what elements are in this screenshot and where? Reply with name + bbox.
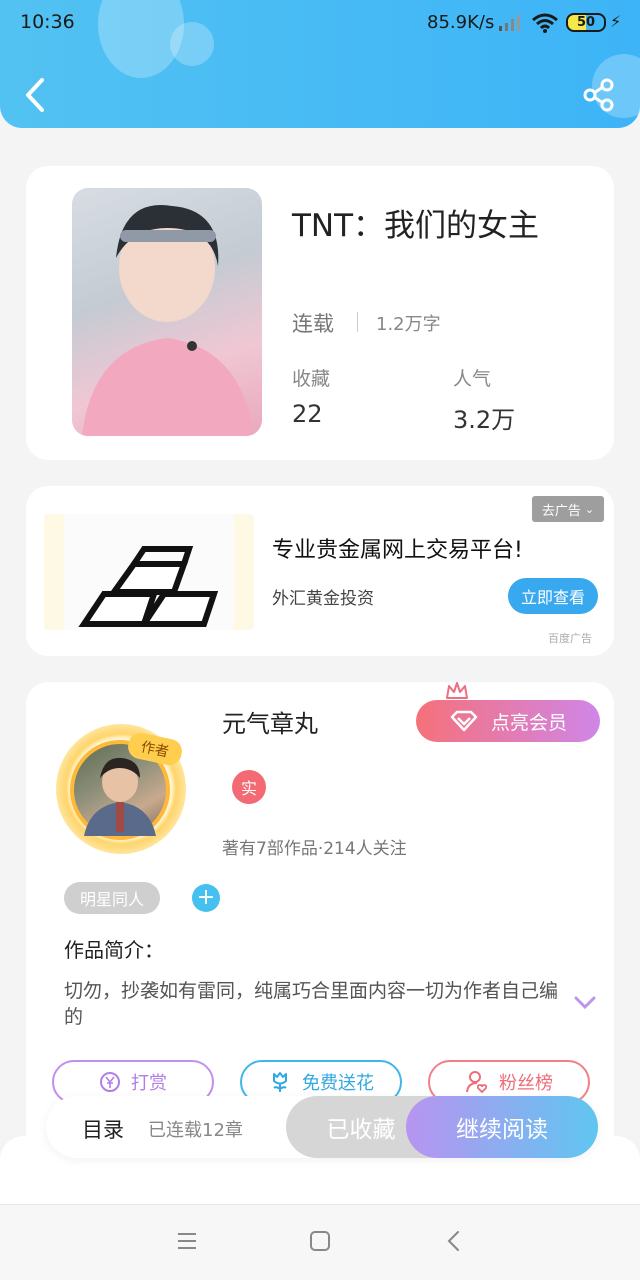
reward-label: 打赏 <box>131 1073 167 1094</box>
battery-indicator: 50 <box>566 13 606 32</box>
author-name: 元气章丸 <box>222 710 318 738</box>
share-icon[interactable] <box>582 78 616 112</box>
book-info-card: TNT：我们的女主 连载 1.2万字 收藏 22 人气 3.2万 <box>26 166 614 460</box>
ad-gold-bars-image[interactable] <box>44 514 254 630</box>
back-triangle-icon[interactable] <box>446 1230 462 1252</box>
intro-heading: 作品简介： <box>64 938 164 962</box>
crown-icon <box>446 682 468 699</box>
ad-title: 专业贵金属网上交易平台! <box>272 538 523 563</box>
signal-icon <box>499 15 520 31</box>
gold-bars-icon <box>64 514 234 630</box>
chevron-down-icon[interactable] <box>574 996 596 1010</box>
battery-level: 50 <box>576 15 596 30</box>
yen-coin-icon <box>100 1072 120 1092</box>
popularity-value: 3.2万 <box>453 406 516 434</box>
book-word-count: 1.2万字 <box>376 314 441 335</box>
genre-tag[interactable]: 明星同人 <box>64 882 160 914</box>
ad-cta-button[interactable]: 立即查看 <box>508 578 598 614</box>
book-cover-image[interactable] <box>72 188 262 436</box>
fan-ranking-label: 粉丝榜 <box>499 1073 553 1094</box>
toc-button[interactable]: 目录 <box>82 1114 124 1144</box>
back-icon[interactable] <box>20 76 52 114</box>
send-flower-label: 免费送花 <box>302 1073 374 1094</box>
verified-badge: 实 <box>232 770 266 804</box>
popularity-label: 人气 <box>453 368 492 390</box>
menu-icon[interactable] <box>176 1231 198 1251</box>
continue-reading-button[interactable]: 继续阅读 <box>406 1096 598 1158</box>
add-tag-button[interactable]: + <box>192 884 220 912</box>
favorites-label: 收藏 <box>292 368 331 390</box>
charging-icon: ⚡ <box>610 12 622 31</box>
system-nav-bar <box>0 1204 640 1280</box>
ad-subtitle: 外汇黄金投资 <box>272 589 374 609</box>
status-net-speed: 85.9K/s <box>427 12 495 33</box>
intro-text: 切勿，抄袭如有雷同，纯属巧合里面内容一切为作者自己编的 <box>64 980 559 1028</box>
vip-button-label: 点亮会员 <box>490 711 567 734</box>
fan-user-icon <box>466 1071 488 1094</box>
ad-dismiss-label: 去广告 <box>541 503 581 519</box>
status-time: 10:36 <box>20 11 75 33</box>
ad-card[interactable]: 去广告 ⌄ 专业贵金属网上交易平台! 外汇黄金投资 立即查看 百度广告 <box>26 486 614 656</box>
header-bar: 10:36 85.9K/s 50 ⚡ <box>0 0 640 128</box>
diamond-icon <box>450 710 478 732</box>
divider <box>357 312 358 332</box>
bottom-action-bar: 目录 已连载12章 已收藏 继续阅读 <box>46 1096 598 1158</box>
ad-dismiss-button[interactable]: 去广告 ⌄ <box>532 496 604 522</box>
ad-source-label: 百度广告 <box>548 632 592 645</box>
flower-icon <box>273 1072 287 1092</box>
book-title: TNT：我们的女主 <box>292 208 540 244</box>
book-status: 连载 <box>292 312 334 336</box>
author-stats: 著有7部作品·214人关注 <box>222 839 407 859</box>
favorites-value: 22 <box>292 400 323 428</box>
chevron-down-icon: ⌄ <box>584 502 595 516</box>
chapter-count: 已连载12章 <box>148 1120 243 1141</box>
home-square-icon[interactable] <box>309 1230 331 1252</box>
vip-button[interactable]: 点亮会员 <box>416 700 600 742</box>
status-bar: 10:36 85.9K/s 50 ⚡ <box>0 0 640 46</box>
wifi-icon <box>532 13 558 33</box>
cover-illustration <box>82 205 254 436</box>
